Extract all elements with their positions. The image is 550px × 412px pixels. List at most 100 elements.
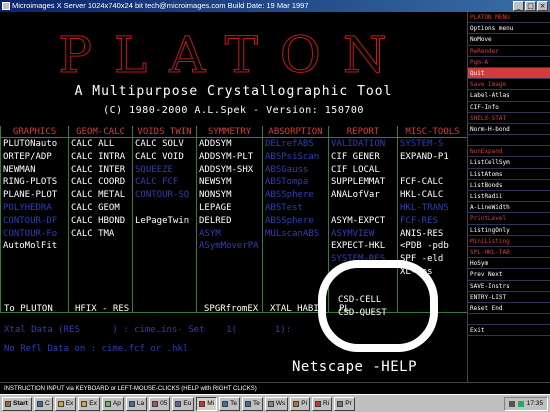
menu-item[interactable]: NEWSYM	[197, 176, 262, 189]
side-menu-item[interactable]: Norm-H-bond	[468, 124, 550, 136]
side-menu-item[interactable]: ENTRY-LIST	[468, 292, 550, 303]
menu-item[interactable]: FCF-CALC	[398, 176, 467, 189]
menu-item[interactable]: NONSYM	[197, 189, 262, 202]
menu-item[interactable]: CALC FCF	[133, 176, 196, 189]
menu-item[interactable]: ASYM	[197, 228, 262, 241]
side-menu-item[interactable]: Reset End	[468, 303, 550, 315]
side-menu-item[interactable]: ListBonds	[468, 180, 550, 191]
menu-item[interactable]: ABSTest	[263, 202, 328, 215]
side-menu-item[interactable]: SPL-HKL-TAB	[468, 247, 550, 259]
menu-item[interactable]: ORTEP/ADP	[1, 151, 68, 164]
menu-item[interactable]: PLANE-PLOT	[1, 189, 68, 202]
menu-item[interactable]: NEWMAN	[1, 164, 68, 177]
side-menu-item[interactable]: ListAtoms	[468, 169, 550, 180]
side-menu-item[interactable]: ListingOnly	[468, 225, 550, 236]
menu-item[interactable]: PLUTONauto	[1, 138, 68, 151]
side-menu-item[interactable]: PrintLevel	[468, 213, 550, 225]
menu-item[interactable]: ANALofVar	[329, 189, 397, 202]
side-menu-item[interactable]: ReRender	[468, 46, 550, 57]
menu-item[interactable]: CIF GENER	[329, 151, 397, 164]
menu-item[interactable]: <PDB -pdb	[398, 240, 467, 253]
menu-item[interactable]: ABSSphere	[263, 215, 328, 228]
menu-item[interactable]: DELRED	[197, 215, 262, 228]
start-button[interactable]: Start	[2, 396, 32, 411]
menu-item[interactable]: CONTOUR-DF	[1, 215, 68, 228]
taskbar-window-button[interactable]: Ws	[264, 396, 289, 411]
taskbar-window-button[interactable]: Ap	[101, 396, 124, 411]
menu-item[interactable]: MULscanABS	[263, 228, 328, 241]
menu-item[interactable]: POLYHEDRA	[1, 202, 68, 215]
side-menu-item[interactable]: Quit	[468, 67, 550, 80]
side-menu-item[interactable]: Prev Next	[468, 269, 550, 281]
taskbar-window-button[interactable]: Mi	[196, 396, 218, 411]
menu-item[interactable]: ABSTompa	[263, 176, 328, 189]
menu-item[interactable]: CONTOUR-Fo	[1, 228, 68, 241]
menu-item[interactable]: ADDSYM-SHX	[197, 164, 262, 177]
side-menu-item[interactable]: PLATON MENU	[468, 12, 550, 24]
side-menu-item[interactable]: HoSym	[468, 258, 550, 270]
xtal-habit-button[interactable]: XTAL HABIT	[270, 304, 324, 314]
menu-item[interactable]: ANIS-RES	[398, 228, 467, 241]
menu-item[interactable]: ADDSYM-PLT	[197, 151, 262, 164]
hfix-res-button[interactable]: HFIX - RES	[75, 304, 129, 314]
menu-item[interactable]: VALIDATION	[329, 138, 397, 151]
taskbar-window-button[interactable]: Eu	[172, 396, 195, 411]
menu-item[interactable]: LePageTwin	[133, 215, 196, 228]
menu-item[interactable]: SQUEEZE	[133, 164, 196, 177]
side-menu-item[interactable]: NonExpand	[468, 146, 550, 158]
taskbar-window-button[interactable]: Pi	[290, 396, 311, 411]
menu-item[interactable]: ABSGauss	[263, 164, 328, 177]
menu-item[interactable]: RING-PLOTS	[1, 176, 68, 189]
menu-item[interactable]: SUPPLEMMAT	[329, 176, 397, 189]
side-menu-item[interactable]: Exit	[468, 325, 550, 337]
menu-item[interactable]: CONTOUR-SQ	[133, 189, 196, 202]
menu-item[interactable]: HKL-TRANS	[398, 202, 467, 215]
side-menu-item[interactable]: Options menu	[468, 23, 550, 35]
menu-item[interactable]: CALC INTRA	[69, 151, 132, 164]
taskbar-window-button[interactable]: Ri	[312, 396, 333, 411]
menu-item[interactable]: DELrefABS	[263, 138, 328, 151]
minimize-button[interactable]: _	[513, 1, 524, 11]
taskbar-window-button[interactable]: La	[125, 396, 148, 411]
netscape-help-button[interactable]: Netscape -HELP	[292, 359, 417, 375]
side-menu-item[interactable]: SAVE-Instrs	[468, 281, 550, 292]
menu-item[interactable]: ADDSYM	[197, 138, 262, 151]
menu-item[interactable]: CALC HBOND	[69, 215, 132, 228]
menu-item[interactable]: CALC TMA	[69, 228, 132, 241]
menu-item[interactable]: ASYM-EXPCT	[329, 215, 397, 228]
menu-item[interactable]: SYSTEM-S	[398, 138, 467, 151]
side-menu-item[interactable]: MiniListing	[468, 236, 550, 247]
to-pluton-button[interactable]: To PLUTON	[4, 304, 53, 314]
menu-item[interactable]: CALC ALL	[69, 138, 132, 151]
menu-item[interactable]: CALC INTER	[69, 164, 132, 177]
close-button[interactable]: ×	[537, 1, 548, 11]
menu-item[interactable]: CALC VOID	[133, 151, 196, 164]
menu-item[interactable]: ASymMoverPA	[197, 240, 262, 253]
menu-item[interactable]: LEPAGE	[197, 202, 262, 215]
menu-item[interactable]: CALC COORD	[69, 176, 132, 189]
side-menu-item[interactable]: CIF-Info	[468, 102, 550, 113]
side-menu-item[interactable]: Label-Atlas	[468, 90, 550, 102]
menu-item[interactable]: FCF-RES	[398, 215, 467, 228]
menu-item[interactable]: HKL-CALC	[398, 189, 467, 202]
taskbar-window-button[interactable]: Pr	[334, 396, 355, 411]
spgr-from-ex-button[interactable]: SPGRfromEX	[204, 304, 258, 314]
taskbar-window-button[interactable]: Ex	[78, 396, 100, 411]
maximize-button[interactable]: □	[525, 1, 536, 11]
side-menu-item[interactable]: ListCellSym	[468, 157, 550, 169]
menu-item[interactable]: CALC METAL	[69, 189, 132, 202]
menu-item[interactable]: EXPECT-HKL	[329, 240, 397, 253]
taskbar-window-button[interactable]: Ex	[54, 396, 77, 411]
menu-item[interactable]: EXPAND-P1	[398, 151, 467, 164]
menu-item[interactable]: CIF LOCAL	[329, 164, 397, 177]
side-menu-item[interactable]: NoMove	[468, 34, 550, 46]
side-menu-item[interactable]: SHELX-STAT	[468, 113, 550, 124]
menu-item[interactable]: CALC GEOM	[69, 202, 132, 215]
side-menu-item[interactable]: A-LineWidth	[468, 202, 550, 214]
menu-item[interactable]: ABSPsiScan	[263, 151, 328, 164]
taskbar-window-button[interactable]: C	[34, 396, 53, 411]
taskbar-window-button[interactable]: Te	[219, 396, 240, 411]
side-menu-item[interactable]: Pgm-A	[468, 57, 550, 68]
side-menu-item[interactable]: Save Image	[468, 79, 550, 91]
taskbar-window-button[interactable]: 05	[149, 396, 171, 411]
